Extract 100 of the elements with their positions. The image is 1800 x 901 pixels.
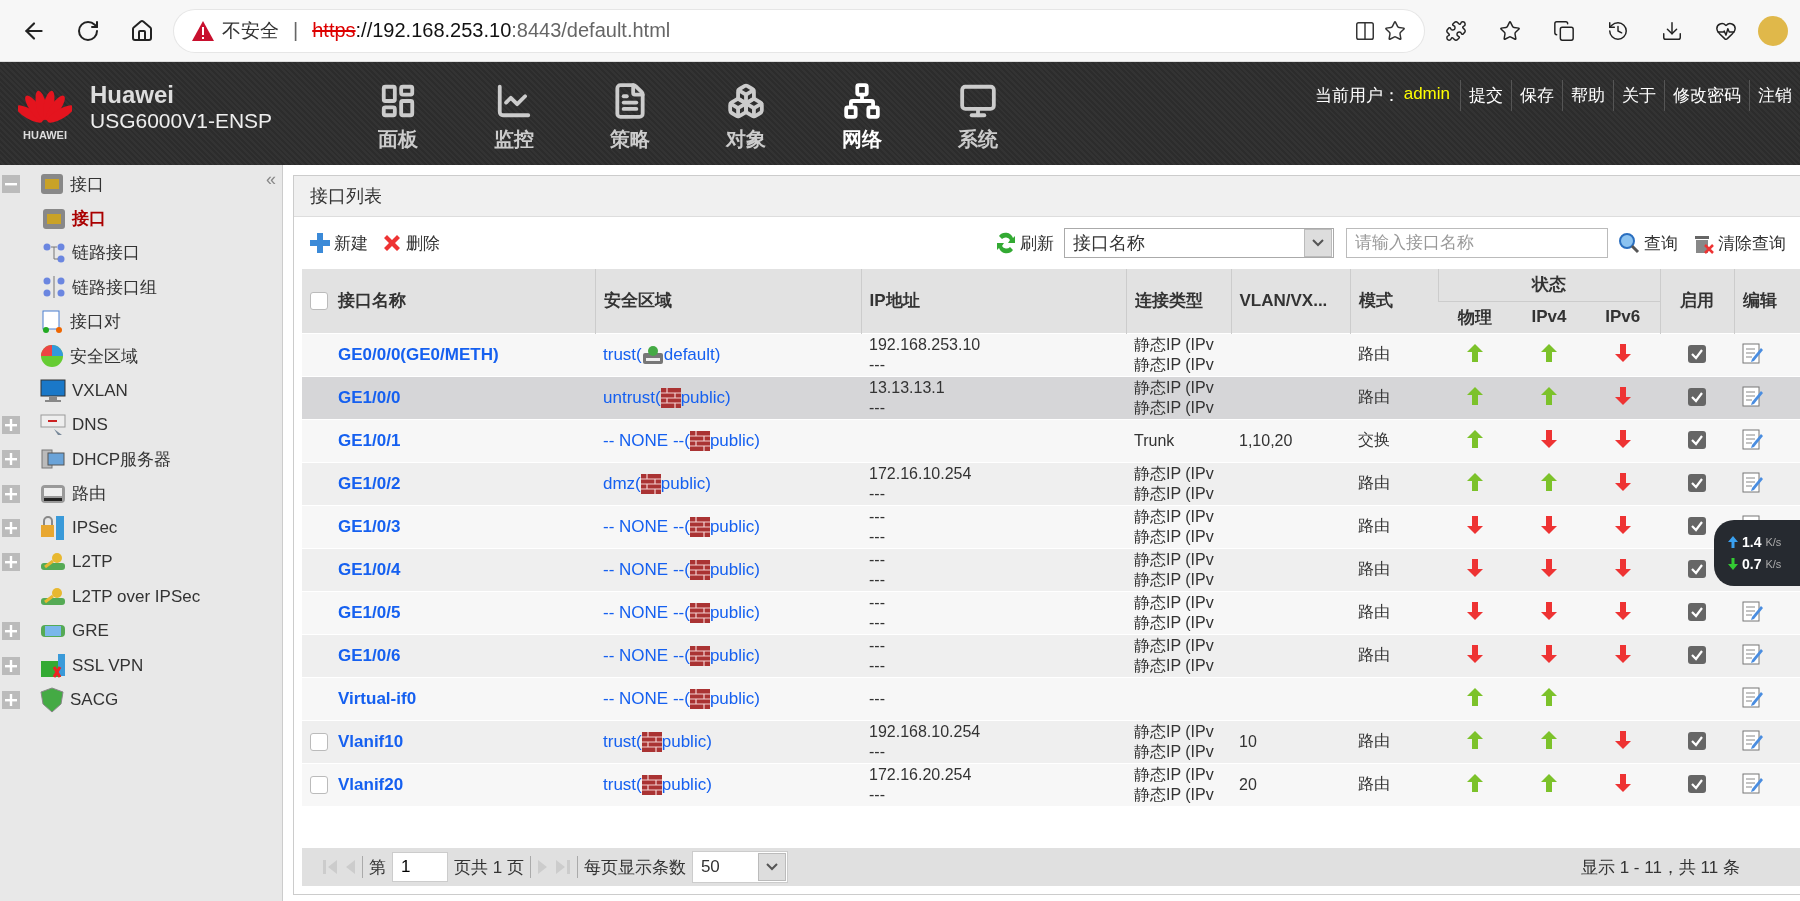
table-row[interactable]: GE1/0/5 -- NONE --( public) --- --- 静态IP (IPv 静态IP (IPv 路由 xyxy=(302,591,1800,634)
collapse-icon[interactable] xyxy=(2,175,20,194)
enabled-checkbox[interactable] xyxy=(1688,645,1706,664)
expand-icon[interactable] xyxy=(2,415,20,434)
enabled-checkbox[interactable] xyxy=(1688,774,1706,793)
tree-item[interactable]: 路由 xyxy=(0,476,250,511)
interface-link[interactable]: Vlanif20 xyxy=(338,774,404,795)
interface-link[interactable]: Virtual-if0 xyxy=(338,688,417,709)
tree-item[interactable]: 接口对 xyxy=(0,304,250,339)
nav-tab[interactable]: 网络 xyxy=(804,62,920,165)
tree-item[interactable]: DHCP服务器 xyxy=(0,442,250,477)
interface-link[interactable]: GE0/0/0(GE0/METH) xyxy=(338,344,499,365)
zone-link[interactable]: trust( public) xyxy=(603,731,712,752)
tree-item[interactable]: DNS xyxy=(0,407,250,443)
new-button[interactable]: 新建 xyxy=(306,231,372,255)
header-link[interactable]: 保存 xyxy=(1511,80,1562,111)
enabled-checkbox[interactable] xyxy=(1688,344,1706,363)
header-link[interactable]: 帮助 xyxy=(1562,80,1613,111)
caret-icon[interactable] xyxy=(1304,229,1332,257)
split-screen-icon[interactable] xyxy=(1354,19,1376,42)
zone-link[interactable]: dmz( public) xyxy=(603,473,711,494)
header-link[interactable]: 修改密码 xyxy=(1664,80,1749,111)
row-checkbox[interactable] xyxy=(310,775,328,794)
enabled-checkbox[interactable] xyxy=(1688,559,1706,578)
filter-select[interactable]: 接口名称 xyxy=(1064,228,1334,258)
interface-link[interactable]: GE1/0/3 xyxy=(338,516,401,537)
edit-icon[interactable] xyxy=(1742,427,1764,450)
nav-tab[interactable]: 面板 xyxy=(340,62,456,165)
edit-icon[interactable] xyxy=(1742,599,1764,622)
interface-link[interactable]: GE1/0/5 xyxy=(338,602,401,623)
reload-icon[interactable] xyxy=(76,18,100,43)
puzzle-icon[interactable] xyxy=(1445,19,1467,42)
expand-icon[interactable] xyxy=(2,656,20,675)
edit-icon[interactable] xyxy=(1742,341,1764,364)
zone-link[interactable]: -- NONE --( public) xyxy=(603,430,760,451)
zone-link[interactable]: -- NONE --( public) xyxy=(603,645,760,666)
table-row[interactable]: Virtual-if0 -- NONE --( public) --- xyxy=(302,677,1800,720)
profile-avatar[interactable] xyxy=(1758,15,1788,46)
zone-link[interactable]: trust( default) xyxy=(603,344,721,365)
table-row[interactable]: GE1/0/1 -- NONE --( public) Trunk 1,10,20 交换 xyxy=(302,419,1800,462)
delete-button[interactable]: 删除 xyxy=(378,231,444,255)
edit-icon[interactable] xyxy=(1742,384,1764,407)
tree-item[interactable]: 安全区域 xyxy=(0,338,250,374)
tree-item[interactable]: VXLAN xyxy=(0,373,250,408)
address-bar[interactable]: 不安全 | https://192.168.253.10:8443/default.html xyxy=(174,9,1424,52)
interface-link[interactable]: GE1/0/2 xyxy=(338,473,401,494)
collections-icon[interactable] xyxy=(1553,19,1575,42)
edit-icon[interactable] xyxy=(1742,470,1764,493)
clear-search-button[interactable]: 清除查询 xyxy=(1688,231,1790,255)
zone-link[interactable]: trust( public) xyxy=(603,774,712,795)
enabled-checkbox[interactable] xyxy=(1688,731,1706,750)
tree-item[interactable]: 接口 xyxy=(0,201,292,236)
expand-icon[interactable] xyxy=(2,484,20,503)
nav-tab[interactable]: 系统 xyxy=(920,62,1036,165)
tree-item[interactable]: SSL VPN xyxy=(0,648,250,683)
table-row[interactable]: GE0/0/0(GE0/METH) trust( default) 192.168.253.10 --- 静态IP (IPv 静态IP (IPv 路由 xyxy=(302,333,1800,376)
enabled-checkbox[interactable] xyxy=(1688,516,1706,535)
enabled-checkbox[interactable] xyxy=(1688,387,1706,406)
tree-item[interactable]: L2TP over IPSec xyxy=(0,579,250,615)
expand-icon[interactable] xyxy=(2,519,20,538)
refresh-button[interactable]: 刷新 xyxy=(992,231,1058,255)
tree-item[interactable]: L2TP xyxy=(0,545,250,580)
zone-link[interactable]: -- NONE --( public) xyxy=(603,559,760,580)
nav-tab[interactable]: 监控 xyxy=(456,62,572,165)
tree-item[interactable]: 链路接口组 xyxy=(0,270,292,305)
search-button[interactable]: 查询 xyxy=(1614,231,1682,255)
zone-link[interactable]: -- NONE --( public) xyxy=(603,516,760,537)
edit-icon[interactable] xyxy=(1742,771,1764,794)
select-all-checkbox[interactable] xyxy=(310,291,328,310)
search-field[interactable]: 请输入接口名称 xyxy=(1346,228,1608,258)
tree-item[interactable]: IPSec xyxy=(0,510,250,546)
zone-link[interactable]: untrust( public) xyxy=(603,387,731,408)
enabled-checkbox[interactable] xyxy=(1688,430,1706,449)
per-page-select[interactable]: 50 xyxy=(691,851,788,883)
expand-icon[interactable] xyxy=(2,622,20,641)
expand-icon[interactable] xyxy=(2,691,20,710)
table-row[interactable]: Vlanif20 trust( public) 172.16.20.254 --- 静态IP (IPv 静态IP (IPv 20 路由 xyxy=(302,763,1800,806)
favorite-icon[interactable] xyxy=(1384,19,1406,42)
interface-link[interactable]: GE1/0/0 xyxy=(338,387,401,408)
page-field[interactable]: 1 xyxy=(392,852,448,882)
interface-link[interactable]: GE1/0/4 xyxy=(338,559,401,580)
tree-item[interactable]: SACG xyxy=(0,682,250,718)
download-icon[interactable] xyxy=(1661,19,1683,42)
interface-link[interactable]: GE1/0/1 xyxy=(338,430,401,451)
table-row[interactable]: Vlanif10 trust( public) 192.168.10.254 --- 静态IP (IPv 静态IP (IPv 10 路由 xyxy=(302,720,1800,763)
header-link[interactable]: 关于 xyxy=(1613,80,1664,111)
enabled-checkbox[interactable] xyxy=(1688,602,1706,621)
caret-icon[interactable] xyxy=(757,853,786,881)
edit-icon[interactable] xyxy=(1742,642,1764,665)
header-link[interactable]: 提交 xyxy=(1460,80,1511,111)
edit-icon[interactable] xyxy=(1742,728,1764,751)
row-checkbox[interactable] xyxy=(310,732,328,751)
expand-icon[interactable] xyxy=(2,553,20,572)
header-link[interactable]: 注销 xyxy=(1749,80,1800,111)
zone-link[interactable]: -- NONE --( public) xyxy=(603,602,760,623)
nav-tab[interactable]: 对象 xyxy=(688,62,804,165)
interface-link[interactable]: GE1/0/6 xyxy=(338,645,401,666)
edit-icon[interactable] xyxy=(1742,685,1764,708)
enabled-checkbox[interactable] xyxy=(1688,473,1706,492)
tree-item[interactable]: GRE xyxy=(0,614,250,649)
